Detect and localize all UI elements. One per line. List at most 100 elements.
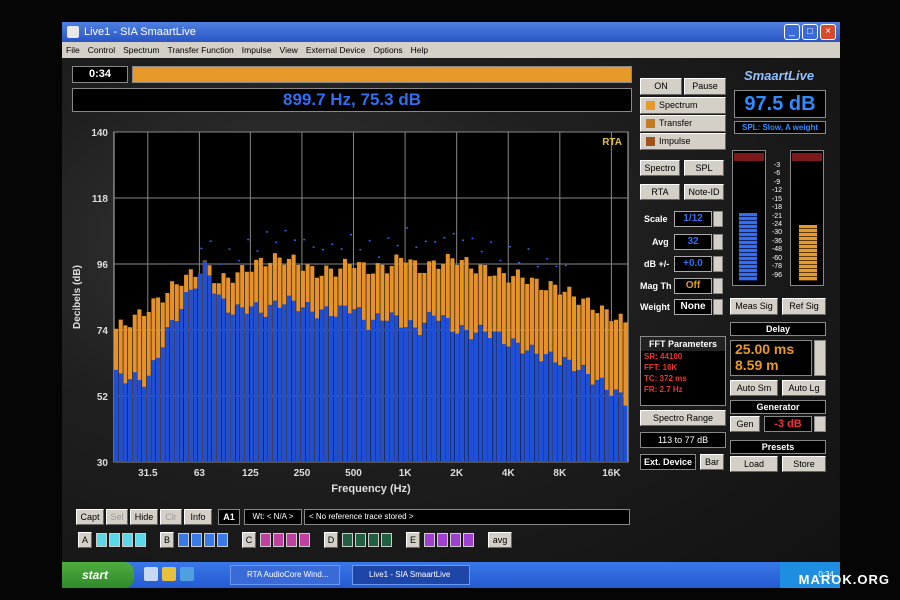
trace-bank-b[interactable]: B [160,532,174,548]
trace-slot[interactable]: A1 [218,509,240,525]
note-id-button[interactable]: Note-ID [684,184,724,200]
weight-field[interactable]: None [674,299,712,315]
delay-spinner[interactable] [814,340,826,376]
impulse-mode-label: Impulse [659,136,691,146]
trace-slot-swatch[interactable] [122,533,133,547]
trace-bank-e[interactable]: E [406,532,420,548]
trace-bank-a[interactable]: A [78,532,92,548]
peak-marker [200,247,203,250]
menu-transfer-function[interactable]: Transfer Function [167,42,233,58]
menu-external-device[interactable]: External Device [306,42,366,58]
rta-chart[interactable]: 140 118 96 74 52 30 31.5 63 125 250 500 1K 2K 4K 8K 16K… [62,124,632,504]
menu-control[interactable]: Control [88,42,115,58]
taskbar-item-smaartlive[interactable]: Live1 - SIA SmaartLive [352,565,470,585]
scale-field[interactable]: 1/12 [674,211,712,227]
hide-button[interactable]: Hide [130,509,158,525]
menu-view[interactable]: View [280,42,298,58]
trace-slot-swatch[interactable] [217,533,228,547]
avg-field[interactable]: 32 [674,234,712,250]
transfer-mode-button[interactable]: Transfer [640,115,726,132]
maximize-button[interactable]: □ [802,24,818,40]
spectrum-mode-button[interactable]: Spectrum [640,97,726,114]
info-button[interactable]: Info [184,509,212,525]
spl-button[interactable]: SPL [684,160,724,176]
rta-button[interactable]: RTA [640,184,680,200]
meas-sig-button[interactable]: Meas Sig [730,298,778,315]
clear-button[interactable]: Clr [160,509,182,525]
trace-slot-swatch[interactable] [178,533,189,547]
trace-slot-swatch[interactable] [273,533,284,547]
trace-slot-swatch[interactable] [191,533,202,547]
blue-bar [356,307,362,462]
auto-sm-button[interactable]: Auto Sm [730,380,778,396]
trace-slot-swatch[interactable] [424,533,435,547]
weight-spinner[interactable] [713,299,723,315]
trace-slot-swatch[interactable] [342,533,353,547]
pause-button[interactable]: Pause [684,78,726,95]
trace-bank-d[interactable]: D [324,532,338,548]
menu-impulse[interactable]: Impulse [242,42,272,58]
peak-marker [312,246,315,248]
trace-slot-swatch[interactable] [368,533,379,547]
trace-slot-swatch[interactable] [463,533,474,547]
load-preset-button[interactable]: Load [730,456,778,472]
trace-slot-swatch[interactable] [204,533,215,547]
quick-launch-icon[interactable] [180,567,194,581]
avg-spinner[interactable] [713,234,723,250]
presets-title: Presets [730,440,826,454]
meter-scale-label: -21 [771,212,783,220]
trace-slot-swatch[interactable] [260,533,271,547]
avg-trace-button[interactable]: avg [488,532,512,548]
on-button[interactable]: ON [640,78,682,95]
mag-threshold-field[interactable]: Off [674,278,712,294]
spectro-button[interactable]: Spectro [640,160,680,176]
trace-slot-swatch[interactable] [381,533,392,547]
x-tick-label: 500 [345,468,362,479]
store-preset-button[interactable]: Store [782,456,826,472]
menu-options[interactable]: Options [373,42,402,58]
trace-bank-c[interactable]: C [242,532,256,548]
db-offset-field[interactable]: +0.0 [674,256,712,272]
capture-button[interactable]: Capt [76,509,104,525]
trace-slot-swatch[interactable] [135,533,146,547]
blue-bar [581,364,586,462]
trace-slot-swatch[interactable] [299,533,310,547]
ref-sig-button[interactable]: Ref Sig [782,298,826,315]
menu-help[interactable]: Help [411,42,428,58]
impulse-mode-button[interactable]: Impulse [640,133,726,150]
blue-bar [590,384,595,462]
auto-lg-button[interactable]: Auto Lg [782,380,826,396]
select-button[interactable]: Sel [106,509,128,525]
blue-bar [226,312,231,462]
peak-marker [443,237,446,239]
capture-progress-bar [132,66,632,83]
minimize-button[interactable]: _ [784,24,800,40]
close-button[interactable]: × [820,24,836,40]
blue-bar [539,361,544,462]
trace-slot-swatch[interactable] [109,533,120,547]
quick-launch-icon[interactable] [144,567,158,581]
spectro-range-button[interactable]: Spectro Range [640,410,726,426]
trace-slot-swatch[interactable] [96,533,107,547]
generator-level-spinner[interactable] [814,416,826,432]
bar-button[interactable]: Bar [700,454,724,470]
trace-slot-swatch[interactable] [450,533,461,547]
db-offset-spinner[interactable] [713,256,723,272]
gen-button[interactable]: Gen [730,416,760,432]
trace-slot-swatch[interactable] [437,533,448,547]
menu-file[interactable]: File [66,42,80,58]
scale-spinner[interactable] [713,211,723,227]
ext-device-button[interactable]: Ext. Device [640,454,696,470]
watermark: MAROK.ORG [798,572,890,587]
smaartlive-logo: SmaartLive [743,68,815,83]
mag-threshold-spinner[interactable] [713,278,723,294]
trace-slot-swatch[interactable] [355,533,366,547]
blue-bar [249,306,254,462]
menu-spectrum[interactable]: Spectrum [123,42,159,58]
quick-launch-icon[interactable] [162,567,176,581]
trace-slot-swatch[interactable] [286,533,297,547]
blue-bar [142,386,147,462]
taskbar-item-rta-audiocore[interactable]: RTA AudioCore Wind... [230,565,340,585]
start-button[interactable]: start [62,562,134,588]
blue-bar [534,353,539,462]
